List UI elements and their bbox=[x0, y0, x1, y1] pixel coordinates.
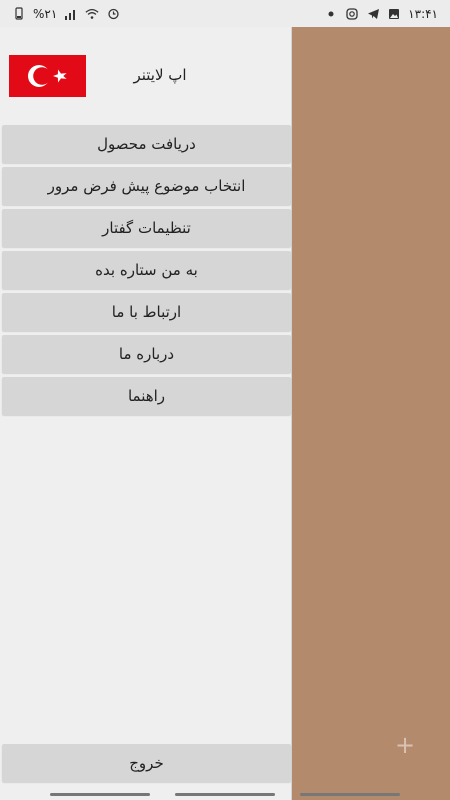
instagram-icon bbox=[345, 7, 359, 21]
status-left: %۲۱ bbox=[12, 7, 120, 21]
menu-item-help[interactable]: راهنما bbox=[2, 377, 291, 415]
wifi-icon bbox=[85, 7, 99, 21]
navigation-drawer: اپ لایتنر دریافت محصول انتخاب موضوع پیش … bbox=[0, 27, 292, 800]
clock-time: ۱۳:۴۱ bbox=[408, 6, 438, 21]
alarm-icon bbox=[106, 7, 120, 21]
drawer-header: اپ لایتنر bbox=[0, 27, 292, 123]
menu-item-default-review-topic[interactable]: انتخاب موضوع پیش فرض مرور bbox=[2, 167, 291, 205]
menu-item-get-product[interactable]: دریافت محصول bbox=[2, 125, 291, 163]
menu-item-about-us[interactable]: درباره ما bbox=[2, 335, 291, 373]
nav-pill-left bbox=[50, 793, 150, 796]
menu-item-contact-us[interactable]: ارتباط با ما bbox=[2, 293, 291, 331]
turkey-flag-icon bbox=[9, 55, 86, 97]
menu-item-speech-settings[interactable]: تنظیمات گفتار bbox=[2, 209, 291, 247]
telegram-icon bbox=[366, 7, 380, 21]
plus-icon[interactable]: + bbox=[394, 733, 416, 757]
nav-pill-center[interactable] bbox=[175, 793, 275, 796]
drawer-menu: دریافت محصول انتخاب موضوع پیش فرض مرور ت… bbox=[2, 125, 292, 419]
nav-pill-right bbox=[300, 793, 400, 796]
battery-percentage: %۲۱ bbox=[33, 6, 58, 21]
system-navigation-bar bbox=[0, 790, 450, 800]
exit-button[interactable]: خروج bbox=[2, 744, 291, 782]
gallery-icon bbox=[387, 7, 401, 21]
dot-icon bbox=[324, 7, 338, 21]
status-right: ۱۳:۴۱ bbox=[324, 7, 438, 21]
signal-icon bbox=[64, 7, 78, 21]
battery-icon bbox=[12, 7, 26, 21]
status-bar: %۲۱ ۱۳:۴۱ bbox=[0, 0, 450, 27]
app-title: اپ لایتنر bbox=[133, 66, 187, 84]
menu-item-rate-app[interactable]: به من ستاره بده bbox=[2, 251, 291, 289]
